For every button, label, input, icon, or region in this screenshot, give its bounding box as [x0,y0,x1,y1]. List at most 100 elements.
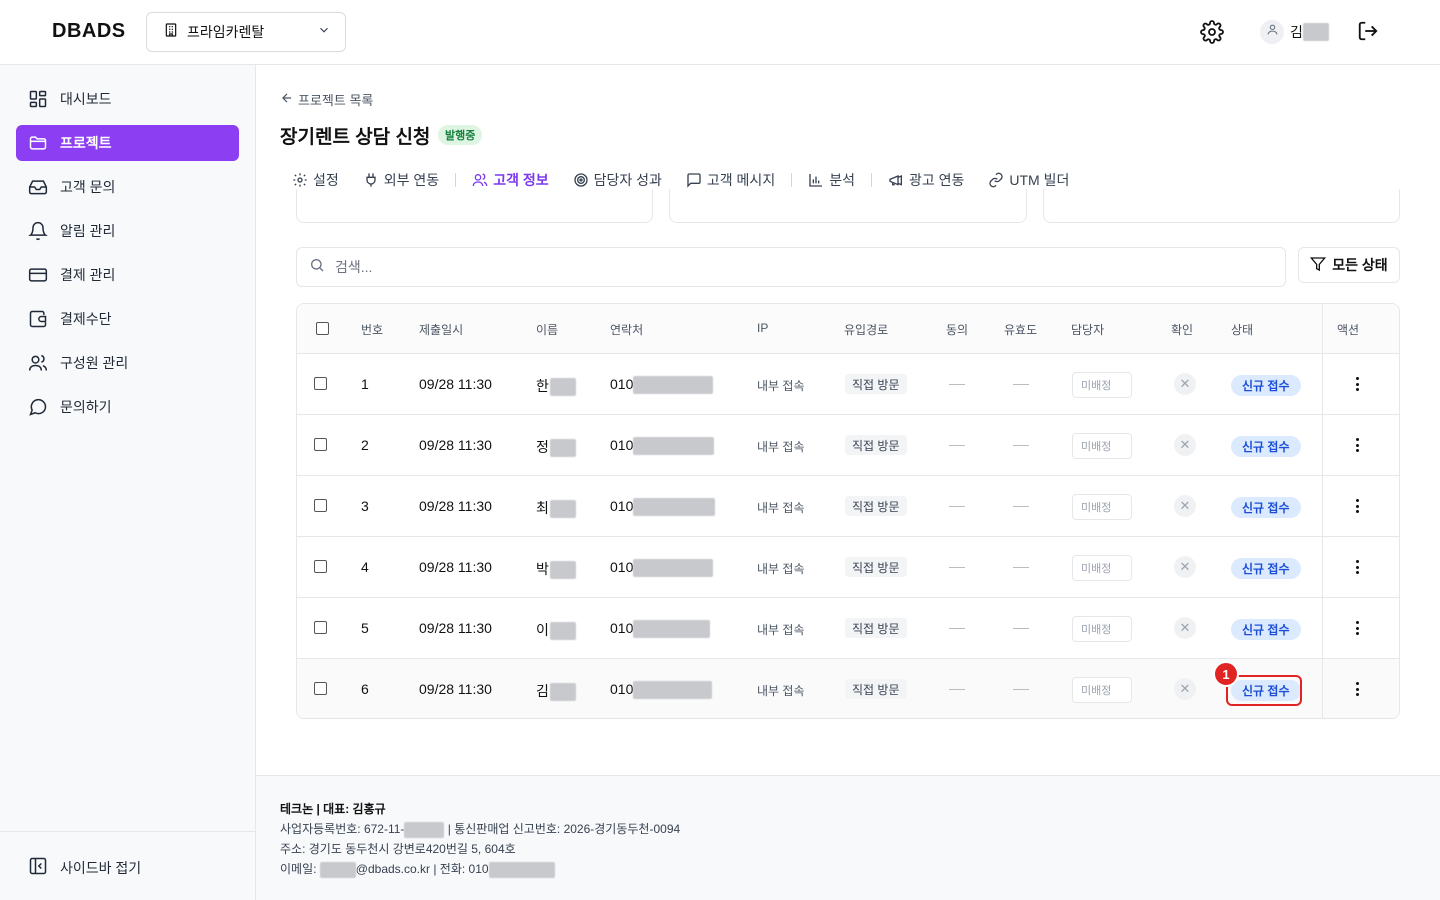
table-row[interactable]: 5 09/28 11:30 이 010 내부 접속 직접 방문 미배정 ✕ 신규… [297,598,1399,659]
status-filter-button[interactable]: 모든 상태 [1298,247,1400,283]
col-header-ip[interactable]: IP [757,321,768,335]
table-row[interactable]: 1 09/28 11:30 한 010 내부 접속 직접 방문 미배정 ✕ 신규… [297,354,1399,415]
users-icon [28,353,48,373]
tab-label: 분석 [829,172,855,188]
sidebar-footer: 사이드바 접기 [0,831,255,900]
sidebar-item-members[interactable]: 구성원 관리 [16,345,239,381]
sidebar-item-inquiries[interactable]: 고객 문의 [16,169,239,205]
col-header-phone[interactable]: 연락처 [610,321,643,338]
row-status-badge[interactable]: 신규 접수 [1231,619,1301,640]
sidebar-item-label: 결제수단 [60,311,112,327]
row-status-badge[interactable]: 신규 접수 [1231,375,1301,396]
row-assignee-select[interactable]: 미배정 [1072,433,1132,459]
redacted-name [549,378,576,397]
sidebar-item-notifications[interactable]: 알림 관리 [16,213,239,249]
sidebar-item-contact[interactable]: 문의하기 [16,389,239,425]
row-checkbox[interactable] [314,377,327,390]
table-header: 번호 제출일시 이름 연락처 IP 유입경로 동의 유효도 담당자 확인 상태 … [297,304,1399,354]
row-phone-prefix: 010 [610,498,634,514]
row-more-options-icon[interactable] [1353,496,1361,516]
select-all-checkbox[interactable] [316,322,329,335]
col-header-validity[interactable]: 유효도 [1004,321,1037,338]
row-confirm-x-icon[interactable]: ✕ [1174,434,1196,456]
row-no: 4 [361,559,369,575]
redacted-phone [633,620,711,639]
row-assignee-select[interactable]: 미배정 [1072,677,1132,703]
wallet-icon [28,309,48,329]
sidebar-item-billing[interactable]: 결제 관리 [16,257,239,293]
row-more-options-icon[interactable] [1353,679,1361,699]
row-checkbox[interactable] [314,499,327,512]
settings-gear-icon[interactable] [1200,20,1224,44]
row-name: 정 [536,437,576,458]
row-confirm-x-icon[interactable]: ✕ [1174,495,1196,517]
row-checkbox[interactable] [314,438,327,451]
col-header-assignee[interactable]: 담당자 [1071,321,1104,338]
row-checkbox[interactable] [314,682,327,695]
workspace-selector[interactable]: 프라임카렌탈 [146,12,346,52]
app-logo[interactable]: DBADS [52,20,126,43]
row-checkbox[interactable] [314,621,327,634]
sidebar-item-dashboard[interactable]: 대시보드 [16,81,239,117]
row-assignee-select[interactable]: 미배정 [1072,555,1132,581]
table-row[interactable]: 3 09/28 11:30 최 010 내부 접속 직접 방문 미배정 ✕ 신규… [297,476,1399,537]
footer-address: 주소: 경기도 동두천시 강변로420번길 5, 604호 [280,842,516,856]
row-status-badge[interactable]: 신규 접수 [1231,436,1301,457]
customer-table: 번호 제출일시 이름 연락처 IP 유입경로 동의 유효도 담당자 확인 상태 … [296,303,1400,719]
row-more-options-icon[interactable] [1353,374,1361,394]
table-row[interactable]: 4 09/28 11:30 박 010 내부 접속 직접 방문 미배정 ✕ 신규… [297,537,1399,598]
row-confirm-x-icon[interactable]: ✕ [1174,373,1196,395]
row-more-options-icon[interactable] [1353,557,1361,577]
row-ip: 내부 접속 [757,684,805,698]
redacted-phone [633,559,714,578]
row-assignee-select[interactable]: 미배정 [1072,372,1132,398]
annotation-marker: 1 [1213,661,1239,687]
col-header-confirm[interactable]: 확인 [1171,321,1193,338]
logout-icon[interactable] [1357,20,1381,44]
row-source: 직접 방문 [845,435,907,455]
sidebar-collapse-button[interactable]: 사이드바 접기 [28,856,141,879]
row-assignee-select[interactable]: 미배정 [1072,494,1132,520]
col-header-submitted-at[interactable]: 제출일시 [419,321,463,338]
back-to-projects-link[interactable]: 프로젝트 목록 [280,90,373,109]
row-assignee-select[interactable]: 미배정 [1072,616,1132,642]
folder-icon [28,133,48,153]
col-header-consent[interactable]: 동의 [946,321,968,338]
row-date: 09/28 11:30 [419,681,492,697]
summary-card [296,189,653,223]
row-checkbox[interactable] [314,560,327,573]
sidebar-item-payment-methods[interactable]: 결제수단 [16,301,239,337]
row-consent-empty [949,567,965,568]
col-header-status[interactable]: 상태 [1231,321,1253,338]
redacted-name [549,561,576,580]
row-more-options-icon[interactable] [1353,435,1361,455]
filter-icon [1310,256,1327,275]
row-confirm-x-icon[interactable]: ✕ [1174,617,1196,639]
gear-icon [292,172,308,188]
row-confirm-x-icon[interactable]: ✕ [1174,678,1196,700]
user-menu[interactable]: 김 [1260,20,1329,44]
col-header-source[interactable]: 유입경로 [844,321,888,338]
row-date: 09/28 11:30 [419,498,492,514]
row-more-options-icon[interactable] [1353,618,1361,638]
search-input[interactable] [335,259,1235,275]
sidebar-collapse-label: 사이드바 접기 [60,859,142,876]
row-consent-empty [949,384,965,385]
col-header-name[interactable]: 이름 [536,321,558,338]
row-no: 1 [361,376,369,392]
row-status-badge[interactable]: 신규 접수 [1231,497,1301,518]
row-source: 직접 방문 [845,618,907,638]
table-row[interactable]: 2 09/28 11:30 정 010 내부 접속 직접 방문 미배정 ✕ 신규… [297,415,1399,476]
row-no: 2 [361,437,369,453]
col-header-no[interactable]: 번호 [361,321,383,338]
row-confirm-x-icon[interactable]: ✕ [1174,556,1196,578]
tab-divider [870,173,872,187]
row-phone-prefix: 010 [610,437,634,453]
sidebar-item-label: 프로젝트 [60,135,112,151]
sidebar: 대시보드 프로젝트 고객 문의 알림 관리 결제 관리 결제수단 구성원 관리 … [0,65,256,900]
row-phone-prefix: 010 [610,620,634,636]
sidebar-item-projects[interactable]: 프로젝트 [16,125,239,161]
inbox-icon [28,177,48,197]
row-status-badge[interactable]: 신규 접수 [1231,558,1301,579]
page-footer: 테크논 | 대표: 김홍규 사업자등록번호: 672-11- | 통신판매업 신… [256,775,1440,900]
